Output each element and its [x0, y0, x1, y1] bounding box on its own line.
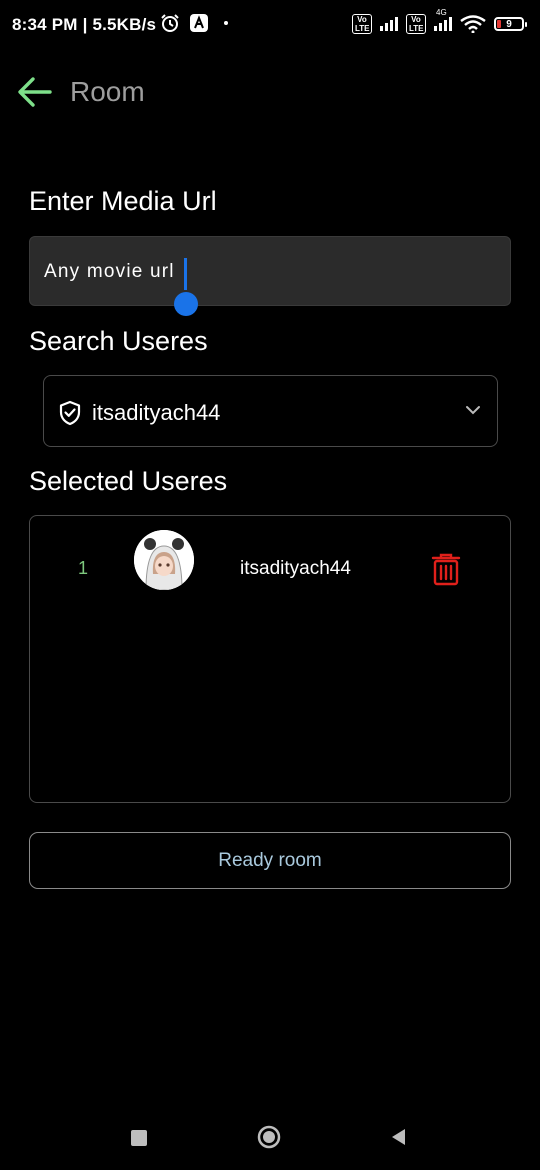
triangle-back-icon[interactable] — [389, 1127, 407, 1147]
wifi-icon — [460, 15, 486, 33]
avatar — [134, 530, 194, 590]
circle-icon[interactable] — [257, 1125, 281, 1149]
ready-room-button[interactable]: Ready room — [29, 832, 511, 889]
media-url-value: Any movie url — [44, 261, 175, 282]
status-time: 8:34 PM | 5.5KB/s — [12, 15, 157, 34]
search-users-label: Search Useres — [29, 326, 208, 356]
system-nav-bar — [0, 1105, 540, 1170]
user-index: 1 — [78, 558, 89, 578]
status-bar: 8:34 PM | 5.5KB/s Vo LTE Vo LTE 4G 9 — [0, 0, 540, 52]
text-cursor — [184, 258, 187, 290]
media-url-label: Enter Media Url — [29, 186, 217, 216]
app-notification-icon — [190, 14, 208, 32]
user-name: itsadityach44 — [240, 558, 351, 579]
page-title: Room — [70, 76, 145, 107]
cursor-handle[interactable] — [174, 292, 198, 316]
square-icon[interactable] — [131, 1130, 147, 1146]
avatar-image — [134, 530, 194, 590]
list-item: 1 itsadityach44 — [30, 530, 510, 590]
battery-percent: 9 — [506, 18, 512, 30]
chevron-down-icon — [466, 406, 480, 415]
volte-icon-2: Vo LTE — [406, 14, 426, 34]
signal-icon — [380, 17, 398, 31]
battery-icon: 9 — [494, 17, 527, 31]
alarm-icon — [161, 14, 179, 32]
network-type: 4G — [436, 8, 447, 17]
selected-users-list: 1 itsadityach44 — [29, 515, 511, 803]
signal-4g-icon: 4G — [434, 8, 452, 31]
arrow-left-icon[interactable] — [16, 74, 54, 110]
status-right-icons: Vo LTE Vo LTE 4G 9 — [352, 8, 527, 34]
search-selected-value: itsadityach44 — [92, 400, 221, 425]
search-users-select[interactable]: itsadityach44 — [43, 375, 498, 447]
trash-icon[interactable] — [430, 552, 462, 586]
app-bar: Room — [0, 60, 540, 124]
battery-level — [497, 20, 501, 28]
dot-icon — [224, 21, 228, 25]
shield-check-icon — [59, 400, 81, 426]
selected-users-label: Selected Useres — [29, 466, 228, 496]
status-left-icons — [160, 13, 228, 33]
volte-icon: Vo LTE — [352, 14, 372, 34]
media-url-input[interactable]: Any movie url — [29, 236, 511, 306]
